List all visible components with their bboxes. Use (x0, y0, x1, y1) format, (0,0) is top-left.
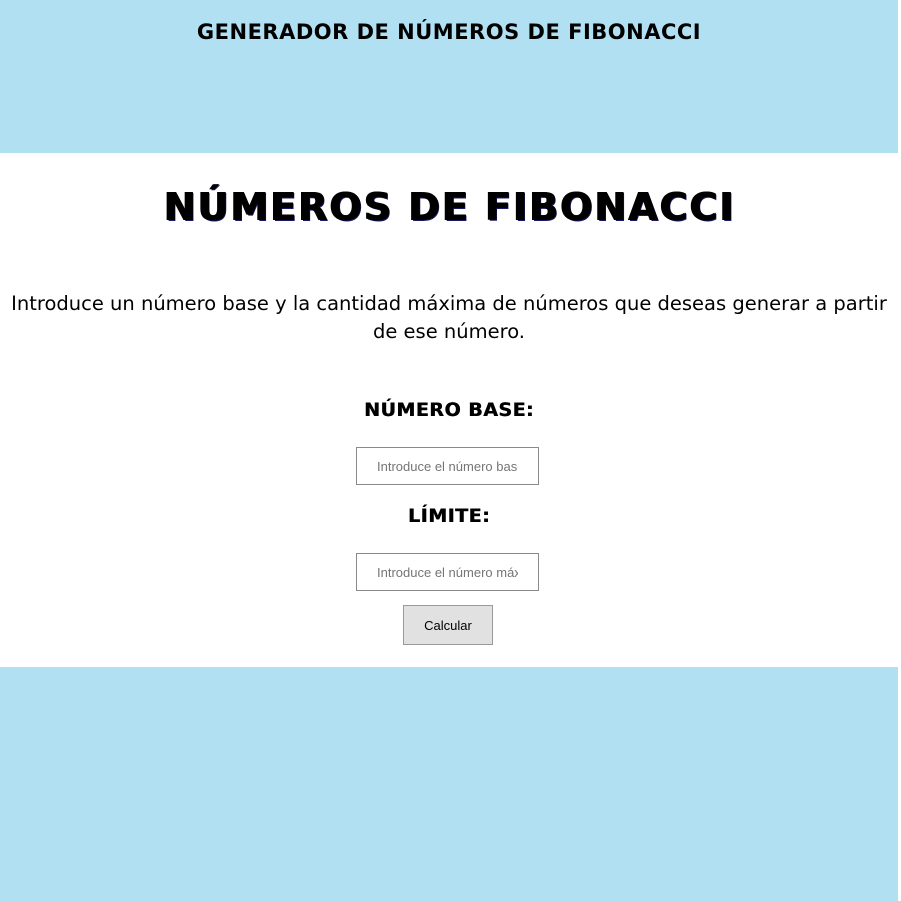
page-footer (0, 667, 898, 901)
limit-input[interactable] (356, 553, 539, 591)
main-panel: NÚMEROS DE FIBONACCI Introduce un número… (0, 153, 898, 667)
base-number-input[interactable] (356, 447, 539, 485)
page-header: GENERADOR DE NÚMEROS DE FIBONACCI (0, 0, 898, 153)
base-number-label: NÚMERO BASE: (363, 399, 535, 421)
calculate-button[interactable]: Calcular (403, 605, 493, 645)
limit-label: LÍMITE: (407, 505, 491, 527)
page-title: NÚMEROS DE FIBONACCI (163, 185, 735, 229)
header-title: GENERADOR DE NÚMEROS DE FIBONACCI (196, 20, 702, 44)
intro-text: Introduce un número base y la cantidad m… (11, 292, 887, 343)
